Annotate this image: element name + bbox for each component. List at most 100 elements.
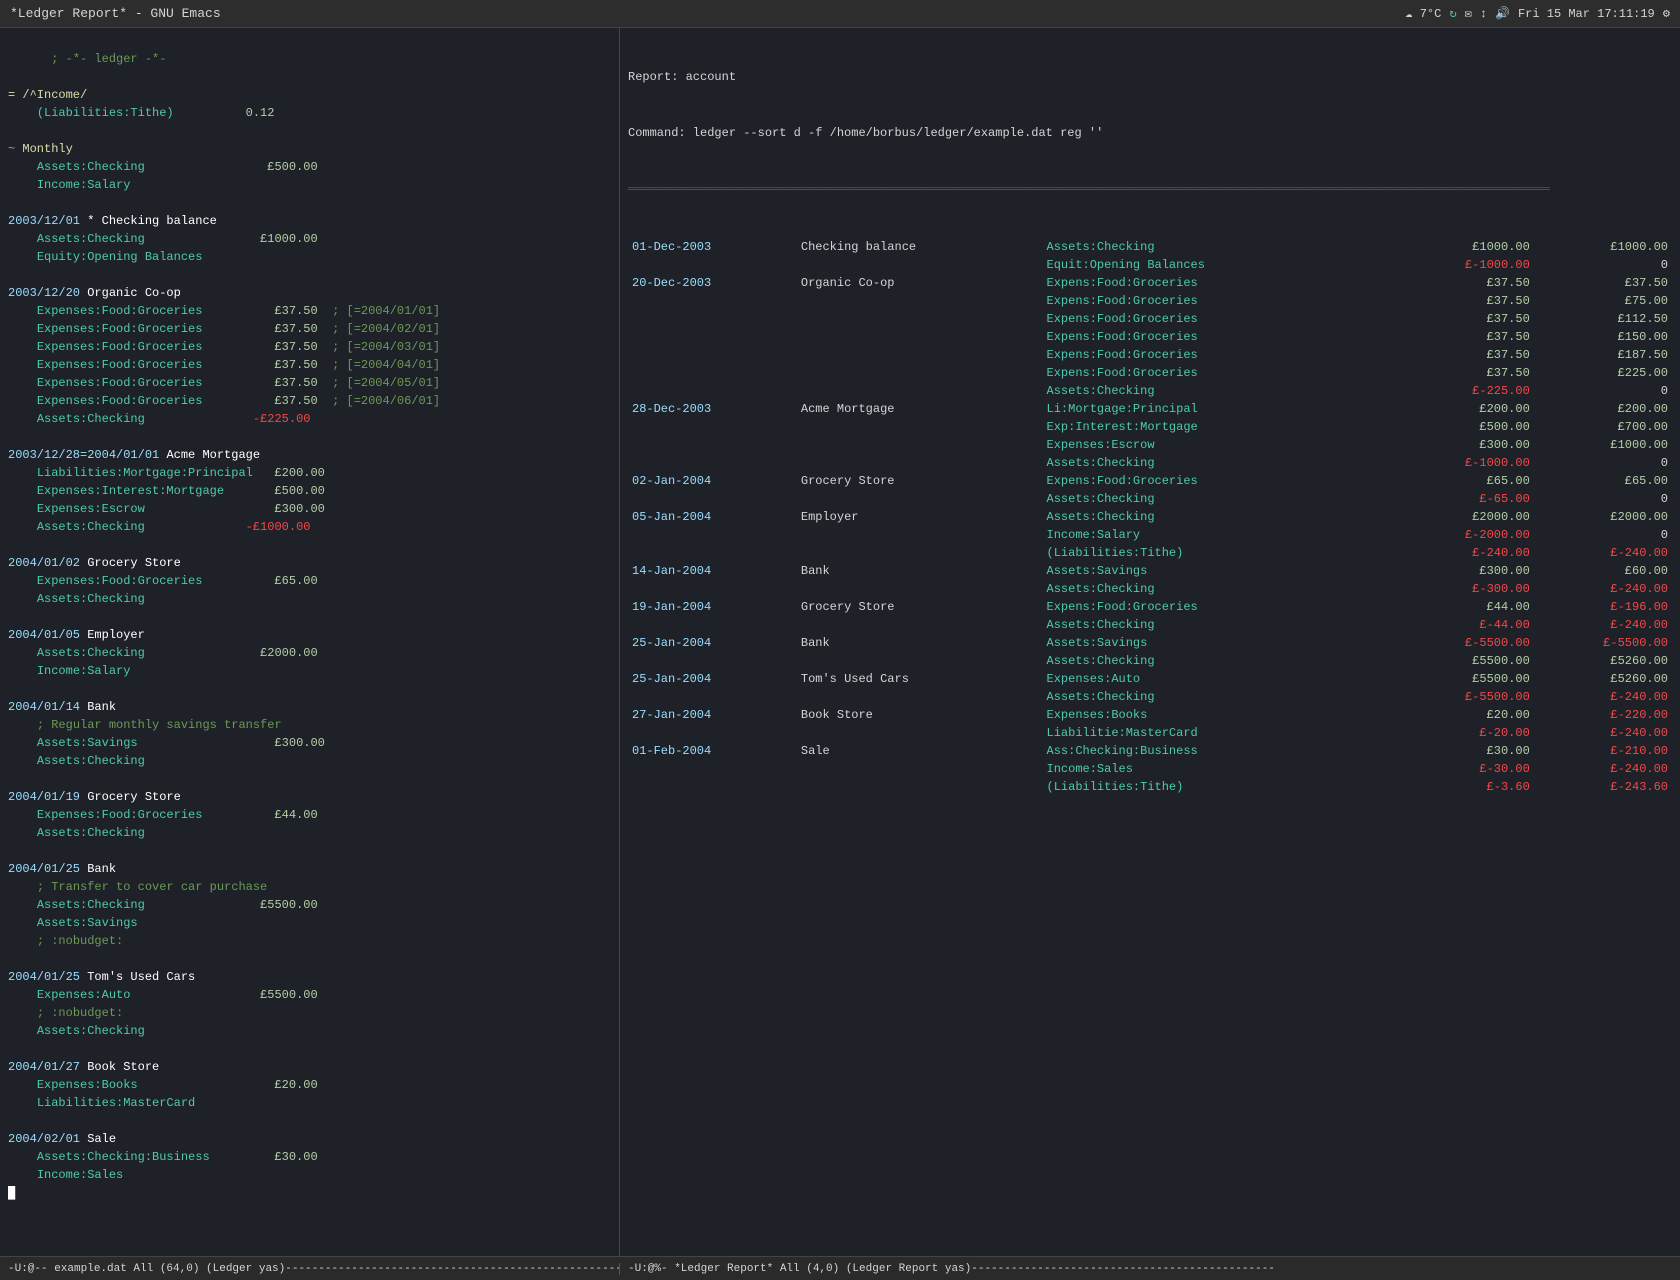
cell-date: 27-Jan-2004 [628,706,797,724]
left-pane: ; -*- ledger -*- = /^Income/ (Liabilitie… [0,28,620,1256]
cell-desc: Sale [797,742,1043,760]
refresh-icon[interactable]: ↻ [1449,6,1456,21]
cell-balance: £-5500.00 [1534,634,1672,652]
cell-date [628,454,797,472]
cell-amount: £-2000.00 [1396,526,1534,544]
cell-account: Expenses:Auto [1043,670,1396,688]
cell-date [628,418,797,436]
cell-desc: Bank [797,562,1043,580]
cell-amount: £-225.00 [1396,382,1534,400]
cell-date [628,652,797,670]
statusbar-right: -U:@%- *Ledger Report* All (4,0) (Ledger… [620,1263,1680,1275]
cell-account: Income:Salary [1043,526,1396,544]
titlebar-right: ☁ 7°C ↻ ✉ ↕ 🔊 Fri 15 Mar 17:11:19 ⚙ [1405,6,1670,21]
cell-amount: £300.00 [1396,562,1534,580]
cell-account: Income:Sales [1043,760,1396,778]
cell-account: Ass:Checking:Business [1043,742,1396,760]
cell-balance: £75.00 [1534,292,1672,310]
cell-desc [797,580,1043,598]
table-row: 02-Jan-2004 Grocery Store Expens:Food:Gr… [628,472,1672,490]
cell-date [628,616,797,634]
table-row: 28-Dec-2003 Acme Mortgage Li:Mortgage:Pr… [628,400,1672,418]
table-row: 01-Feb-2004 Sale Ass:Checking:Business £… [628,742,1672,760]
cell-amount: £37.50 [1396,310,1534,328]
cell-amount: £-20.00 [1396,724,1534,742]
cell-balance: 0 [1534,490,1672,508]
table-row: 05-Jan-2004 Employer Assets:Checking £20… [628,508,1672,526]
volume-icon[interactable]: 🔊 [1495,6,1510,21]
email-icon[interactable]: ✉ [1465,6,1472,21]
cell-desc [797,778,1043,796]
cell-amount: £37.50 [1396,292,1534,310]
cell-amount: £37.50 [1396,364,1534,382]
cell-date [628,364,797,382]
cell-amount: £-3.60 [1396,778,1534,796]
cell-desc [797,346,1043,364]
statusbar: -U:@-- example.dat All (64,0) (Ledger ya… [0,1256,1680,1280]
cell-balance: £-240.00 [1534,580,1672,598]
cell-desc: Acme Mortgage [797,400,1043,418]
cell-amount: £37.50 [1396,274,1534,292]
network-icon[interactable]: ↕ [1480,7,1487,21]
cell-date: 01-Dec-2003 [628,238,797,256]
cell-desc [797,544,1043,562]
cell-account: Assets:Checking [1043,688,1396,706]
cell-desc [797,310,1043,328]
table-row: Assets:Checking £-300.00 £-240.00 [628,580,1672,598]
cell-account: Equit:Opening Balances [1043,256,1396,274]
left-editor-content[interactable]: ; -*- ledger -*- = /^Income/ (Liabilitie… [0,28,619,1256]
cell-account: Expens:Food:Groceries [1043,292,1396,310]
cell-date: 01-Feb-2004 [628,742,797,760]
cell-desc [797,292,1043,310]
window-title: *Ledger Report* - GNU Emacs [10,6,221,21]
cell-balance: 0 [1534,382,1672,400]
table-row: 25-Jan-2004 Bank Assets:Savings £-5500.0… [628,634,1672,652]
table-row: Expenses:Escrow £300.00 £1000.00 [628,436,1672,454]
table-row: Assets:Checking £-225.00 0 [628,382,1672,400]
cell-amount: £-5500.00 [1396,688,1534,706]
cell-desc: Checking balance [797,238,1043,256]
weather-widget: ☁ 7°C [1405,6,1441,21]
cell-account: Assets:Checking [1043,454,1396,472]
cell-desc: Book Store [797,706,1043,724]
cell-date [628,544,797,562]
cell-account: Assets:Checking [1043,580,1396,598]
cell-date [628,724,797,742]
cell-balance: £-240.00 [1534,544,1672,562]
cell-amount: £200.00 [1396,400,1534,418]
table-row: Assets:Checking £5500.00 £5260.00 [628,652,1672,670]
cell-desc [797,490,1043,508]
table-row: Income:Sales £-30.00 £-240.00 [628,760,1672,778]
cell-desc [797,328,1043,346]
cell-desc: Tom's Used Cars [797,670,1043,688]
cell-balance: £150.00 [1534,328,1672,346]
cell-date [628,346,797,364]
cell-date [628,328,797,346]
cell-desc [797,454,1043,472]
cell-date [628,256,797,274]
cell-date [628,760,797,778]
cell-amount: £-240.00 [1396,544,1534,562]
statusbar-left: -U:@-- example.dat All (64,0) (Ledger ya… [0,1263,620,1275]
right-editor-content: Report: account Command: ledger --sort d… [620,28,1680,1256]
cell-desc [797,382,1043,400]
settings-icon[interactable]: ⚙ [1663,6,1670,21]
cell-account: Expens:Food:Groceries [1043,472,1396,490]
cell-account: Expens:Food:Groceries [1043,364,1396,382]
cell-date: 25-Jan-2004 [628,634,797,652]
table-row: Equit:Opening Balances £-1000.00 0 [628,256,1672,274]
cell-balance: £700.00 [1534,418,1672,436]
cell-desc [797,526,1043,544]
cell-balance: £-196.00 [1534,598,1672,616]
table-row: 25-Jan-2004 Tom's Used Cars Expenses:Aut… [628,670,1672,688]
cell-amount: £500.00 [1396,418,1534,436]
cell-balance: £225.00 [1534,364,1672,382]
main-container: ; -*- ledger -*- = /^Income/ (Liabilitie… [0,28,1680,1256]
cell-account: Expens:Food:Groceries [1043,346,1396,364]
table-row: 01-Dec-2003 Checking balance Assets:Chec… [628,238,1672,256]
cell-balance: £-240.00 [1534,616,1672,634]
cell-amount: £-5500.00 [1396,634,1534,652]
table-row: 27-Jan-2004 Book Store Expenses:Books £2… [628,706,1672,724]
cell-account: (Liabilities:Tithe) [1043,778,1396,796]
table-row: Assets:Checking £-65.00 0 [628,490,1672,508]
